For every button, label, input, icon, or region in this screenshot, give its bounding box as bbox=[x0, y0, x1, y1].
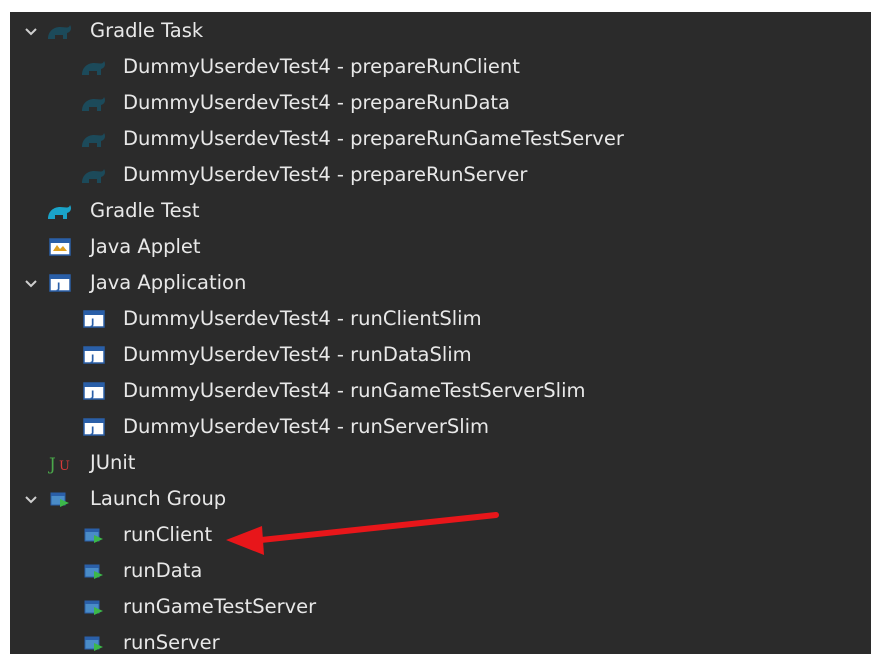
tree-node-java-application[interactable]: J Java Application bbox=[10, 265, 871, 301]
java-application-icon: J bbox=[83, 307, 109, 331]
java-application-icon: J bbox=[83, 415, 109, 439]
tree-node-java-applet[interactable]: Java Applet bbox=[10, 229, 871, 265]
launch-group-icon bbox=[83, 523, 109, 547]
launch-group-icon bbox=[83, 559, 109, 583]
launch-group-icon bbox=[83, 631, 109, 654]
java-application-icon: J bbox=[83, 343, 109, 367]
chevron-down-icon[interactable] bbox=[23, 24, 39, 40]
java-applet-icon bbox=[49, 235, 75, 259]
tree-item-label: runClient bbox=[123, 523, 213, 546]
tree-node-label: Java Application bbox=[90, 271, 247, 294]
chevron-down-icon[interactable] bbox=[23, 492, 39, 508]
gradle-elephant-icon bbox=[46, 19, 72, 43]
java-application-icon: J bbox=[83, 379, 109, 403]
gradle-elephant-icon bbox=[80, 91, 106, 115]
launch-group-icon bbox=[83, 595, 109, 619]
tree-item-label: DummyUserdevTest4 - prepareRunGameTestSe… bbox=[123, 127, 624, 150]
tree-item-label: runServer bbox=[123, 631, 220, 654]
chevron-down-icon[interactable] bbox=[23, 276, 39, 292]
svg-text:J: J bbox=[56, 282, 60, 292]
junit-icon: J U bbox=[48, 451, 74, 475]
tree-item-label: DummyUserdevTest4 - prepareRunClient bbox=[123, 55, 520, 78]
java-application-icon: J bbox=[49, 271, 75, 295]
gradle-elephant-icon bbox=[80, 163, 106, 187]
tree-item-run-client[interactable]: runClient bbox=[10, 517, 871, 553]
tree-item-run-gametest-server[interactable]: runGameTestServer bbox=[10, 589, 871, 625]
tree-item-prepare-run-server[interactable]: DummyUserdevTest4 - prepareRunServer bbox=[10, 157, 871, 193]
tree-item-run-client-slim[interactable]: J DummyUserdevTest4 - runClientSlim bbox=[10, 301, 871, 337]
tree-item-label: DummyUserdevTest4 - prepareRunServer bbox=[123, 163, 528, 186]
tree-item-label: runGameTestServer bbox=[123, 595, 317, 618]
tree-item-run-data-slim[interactable]: J DummyUserdevTest4 - runDataSlim bbox=[10, 337, 871, 373]
tree-item-run-gametest-server-slim[interactable]: J DummyUserdevTest4 - runGameTestServerS… bbox=[10, 373, 871, 409]
tree-item-run-server-slim[interactable]: J DummyUserdevTest4 - runServerSlim bbox=[10, 409, 871, 445]
launch-configurations-tree: Gradle Task DummyUserdevTest4 - prepareR… bbox=[10, 12, 871, 654]
tree-item-label: DummyUserdevTest4 - runClientSlim bbox=[123, 307, 482, 330]
tree-node-gradle-task[interactable]: Gradle Task bbox=[10, 13, 871, 49]
svg-text:J: J bbox=[48, 455, 56, 475]
tree-node-label: Gradle Test bbox=[90, 199, 200, 222]
tree-item-run-data[interactable]: runData bbox=[10, 553, 871, 589]
tree-item-prepare-run-client[interactable]: DummyUserdevTest4 - prepareRunClient bbox=[10, 49, 871, 85]
tree-node-launch-group[interactable]: Launch Group bbox=[10, 481, 871, 517]
tree-item-label: DummyUserdevTest4 - runServerSlim bbox=[123, 415, 490, 438]
tree-node-gradle-test[interactable]: Gradle Test bbox=[10, 193, 871, 229]
svg-text:J: J bbox=[90, 390, 94, 400]
tree-node-label: Gradle Task bbox=[90, 19, 204, 42]
gradle-elephant-icon bbox=[80, 127, 106, 151]
launch-group-icon bbox=[49, 487, 75, 511]
tree-node-junit[interactable]: J U JUnit bbox=[10, 445, 871, 481]
tree-item-prepare-run-gametest-server[interactable]: DummyUserdevTest4 - prepareRunGameTestSe… bbox=[10, 121, 871, 157]
tree-item-label: DummyUserdevTest4 - prepareRunData bbox=[123, 91, 510, 114]
gradle-elephant-icon bbox=[46, 199, 72, 223]
tree-item-run-server[interactable]: runServer bbox=[10, 625, 871, 654]
gradle-elephant-icon bbox=[80, 55, 106, 79]
tree-node-label: Launch Group bbox=[90, 487, 227, 510]
tree-node-label: JUnit bbox=[90, 451, 136, 474]
svg-text:J: J bbox=[90, 354, 94, 364]
tree-item-label: DummyUserdevTest4 - runGameTestServerSli… bbox=[123, 379, 586, 402]
tree-item-label: runData bbox=[123, 559, 203, 582]
svg-text:J: J bbox=[90, 318, 94, 328]
svg-text:J: J bbox=[90, 426, 94, 436]
svg-text:U: U bbox=[59, 459, 70, 474]
tree-item-label: DummyUserdevTest4 - runDataSlim bbox=[123, 343, 472, 366]
tree-node-label: Java Applet bbox=[90, 235, 201, 258]
tree-item-prepare-run-data[interactable]: DummyUserdevTest4 - prepareRunData bbox=[10, 85, 871, 121]
